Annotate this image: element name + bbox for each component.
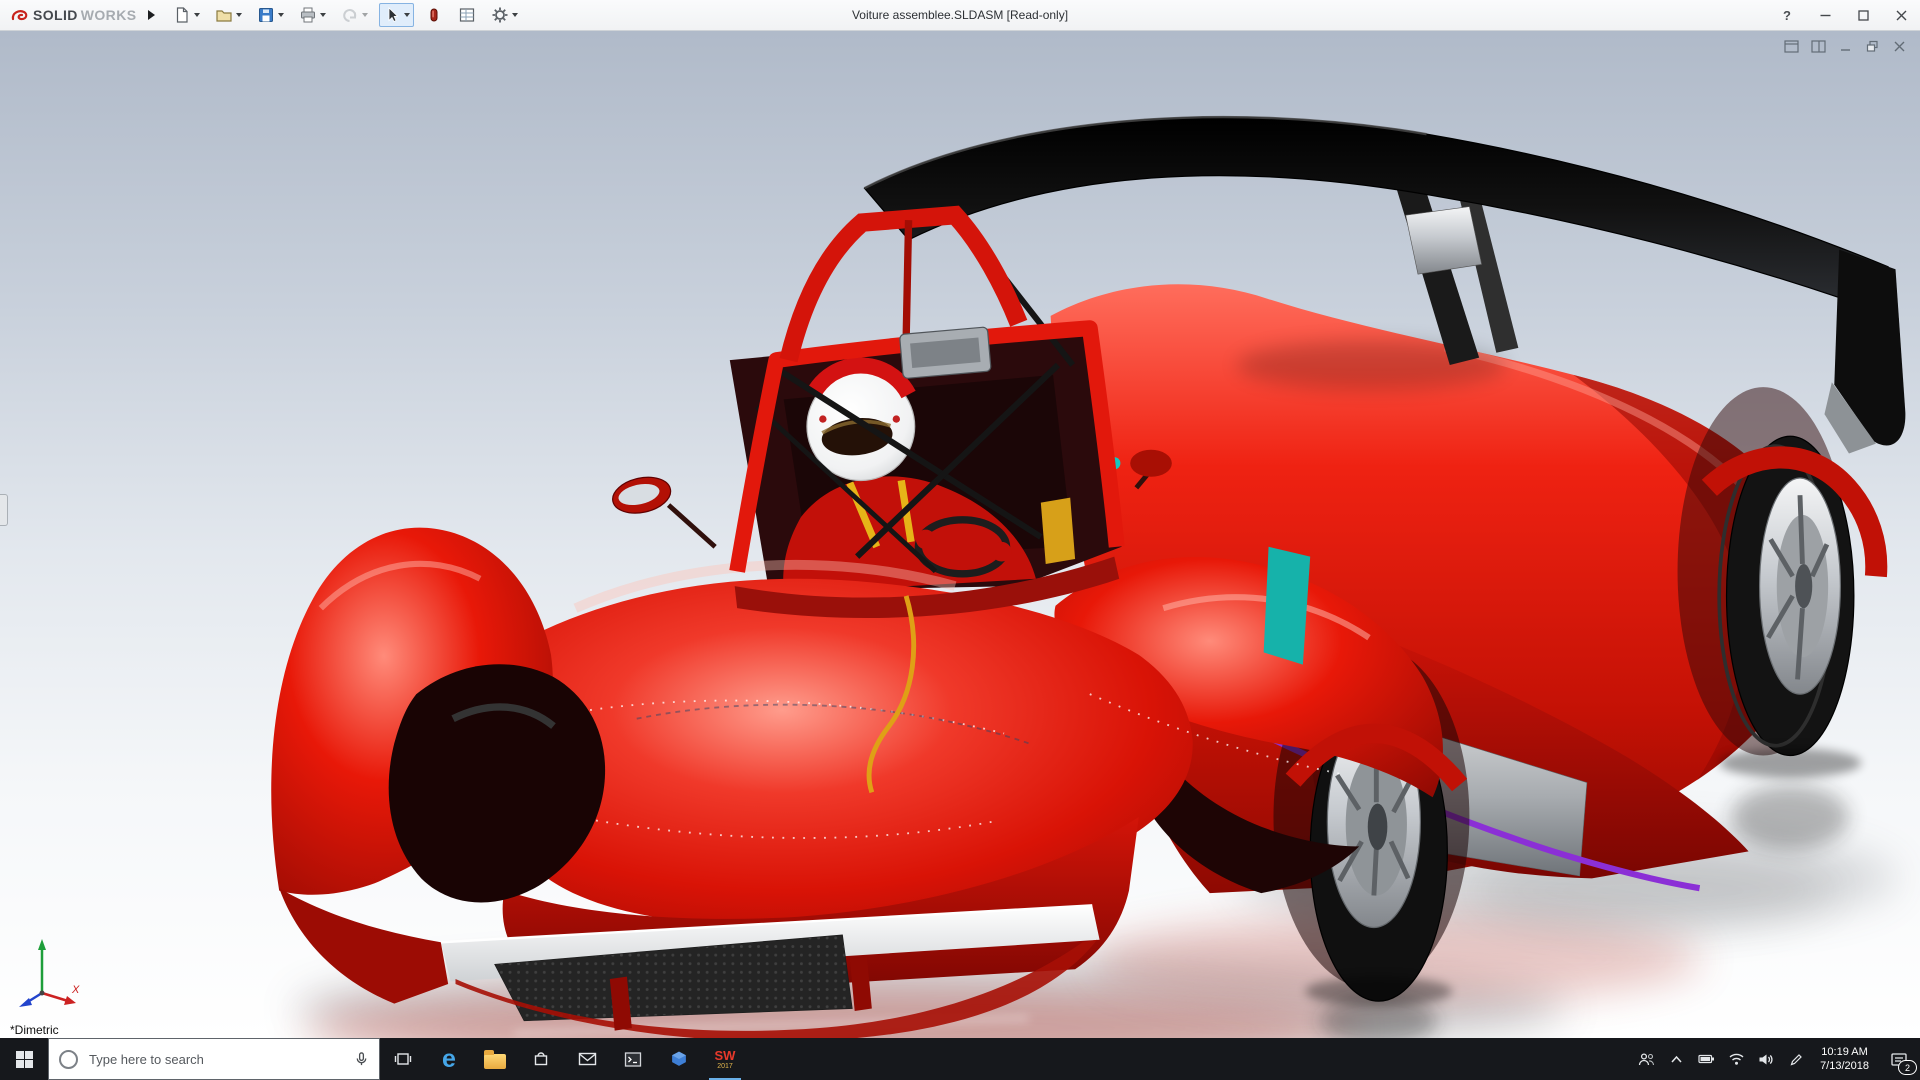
dropdown-caret [512,13,519,17]
close-icon [1896,10,1906,20]
console-app-button[interactable] [610,1038,656,1080]
view-orientation-label: *Dimetric [10,1023,59,1037]
pen-icon [1790,1053,1802,1065]
microphone-icon[interactable] [354,1051,369,1067]
feature-panel-tab[interactable] [0,494,8,527]
titlebar: SOLID WORKS Voiture assemblee.SLDASM [Re… [0,0,1920,31]
solidworks-window: SOLID WORKS Voiture assemblee.SLDASM [Re… [0,0,1920,1080]
notification-badge: 2 [1898,1060,1917,1075]
windows-logo-icon [15,1050,33,1068]
action-center-button[interactable]: 2 [1878,1038,1920,1080]
appearance-bead-icon [430,8,438,22]
cortana-icon [59,1049,78,1069]
system-tray: 10:19 AM 7/13/2018 2 [1631,1038,1920,1080]
open-folder-icon [216,10,233,22]
new-document-icon [177,7,189,23]
doc-minimize-button[interactable] [1836,38,1854,54]
pane-split-button[interactable] [1782,38,1800,54]
battery-button[interactable] [1691,1038,1721,1080]
design-table-button[interactable] [454,3,480,27]
mail-icon [578,1052,596,1066]
file-explorer-icon [484,1050,506,1069]
clock-date: 7/13/2018 [1820,1060,1869,1072]
solidworks-app-button[interactable]: SW 2017 [702,1038,748,1080]
store-bag-icon [534,1052,548,1066]
brand-solid-label: SOLID [33,7,78,23]
select-cursor-icon [389,7,399,23]
pen-settings-button[interactable] [1781,1038,1811,1080]
store-button[interactable] [518,1038,564,1080]
new-document-button[interactable] [169,3,204,27]
options-button[interactable] [487,3,522,27]
doc-close-button[interactable] [1890,38,1908,54]
main-toolbar [169,3,522,27]
dropdown-caret [404,13,411,17]
select-tool-button[interactable] [379,3,415,27]
save-floppy-icon [259,8,274,22]
blue-cube-icon [672,1051,686,1066]
file-explorer-button[interactable] [472,1038,518,1080]
clock-time: 10:19 AM [1821,1045,1868,1058]
start-button[interactable] [0,1038,48,1080]
right-side-mirror [1130,449,1172,477]
maximize-button[interactable] [1844,0,1882,30]
options-gear-icon [492,7,508,23]
solidworks-logo: SOLID WORKS [0,7,136,23]
taskbar-search[interactable] [48,1038,380,1080]
print-button[interactable] [295,3,330,27]
task-view-button[interactable] [380,1038,426,1080]
wifi-icon [1729,1053,1744,1065]
edge-icon: e [442,1044,456,1073]
console-icon [624,1051,642,1067]
network-button[interactable] [1721,1038,1751,1080]
dassault-ds-icon [10,7,30,23]
menu-expand-arrow[interactable] [148,10,156,20]
rear-view-mirror-box [899,326,992,379]
task-view-icon [394,1053,412,1065]
mail-button[interactable] [564,1038,610,1080]
undo-button[interactable] [337,3,372,27]
solidworks-app-icon: SW 2017 [714,1047,736,1070]
design-table-icon [460,8,475,22]
help-button[interactable]: ? [1768,0,1806,30]
battery-icon [1697,1054,1714,1064]
cad-utility-button[interactable] [656,1038,702,1080]
undo-arrow-icon [343,9,357,22]
seat-pad-yellow [1040,497,1076,564]
print-icon [301,7,316,23]
brand-works-label: WORKS [80,7,137,23]
pane-button[interactable] [1809,38,1827,54]
appearance-button[interactable] [421,3,447,27]
people-icon [1638,1052,1654,1065]
windows-taskbar: e [0,1038,1920,1080]
teal-panel [1263,546,1311,665]
close-button[interactable] [1882,0,1920,30]
minimize-icon [1820,14,1830,16]
people-button[interactable] [1631,1038,1661,1080]
taskbar-clock[interactable]: 10:19 AM 7/13/2018 [1811,1038,1878,1080]
dropdown-caret [320,13,327,17]
document-window-controls [1782,38,1908,54]
chevron-up-icon [1671,1055,1682,1063]
graphics-area[interactable]: X *Dimetric [0,31,1920,1038]
dropdown-caret [362,13,369,17]
window-controls: ? [1768,0,1920,30]
3d-scene [0,31,1920,1038]
show-hidden-icons-button[interactable] [1661,1038,1691,1080]
save-button[interactable] [253,3,288,27]
dropdown-caret [194,13,201,17]
dropdown-caret [236,13,243,17]
edge-browser-button[interactable]: e [426,1038,472,1080]
doc-restore-button[interactable] [1863,38,1881,54]
dropdown-caret [278,13,285,17]
open-button[interactable] [211,3,246,27]
maximize-icon [1857,9,1869,21]
minimize-button[interactable] [1806,0,1844,30]
search-input[interactable] [87,1050,345,1068]
speaker-icon [1759,1054,1773,1064]
volume-button[interactable] [1751,1038,1781,1080]
window-title: Voiture assemblee.SLDASM [Read-only] [851,8,1069,22]
